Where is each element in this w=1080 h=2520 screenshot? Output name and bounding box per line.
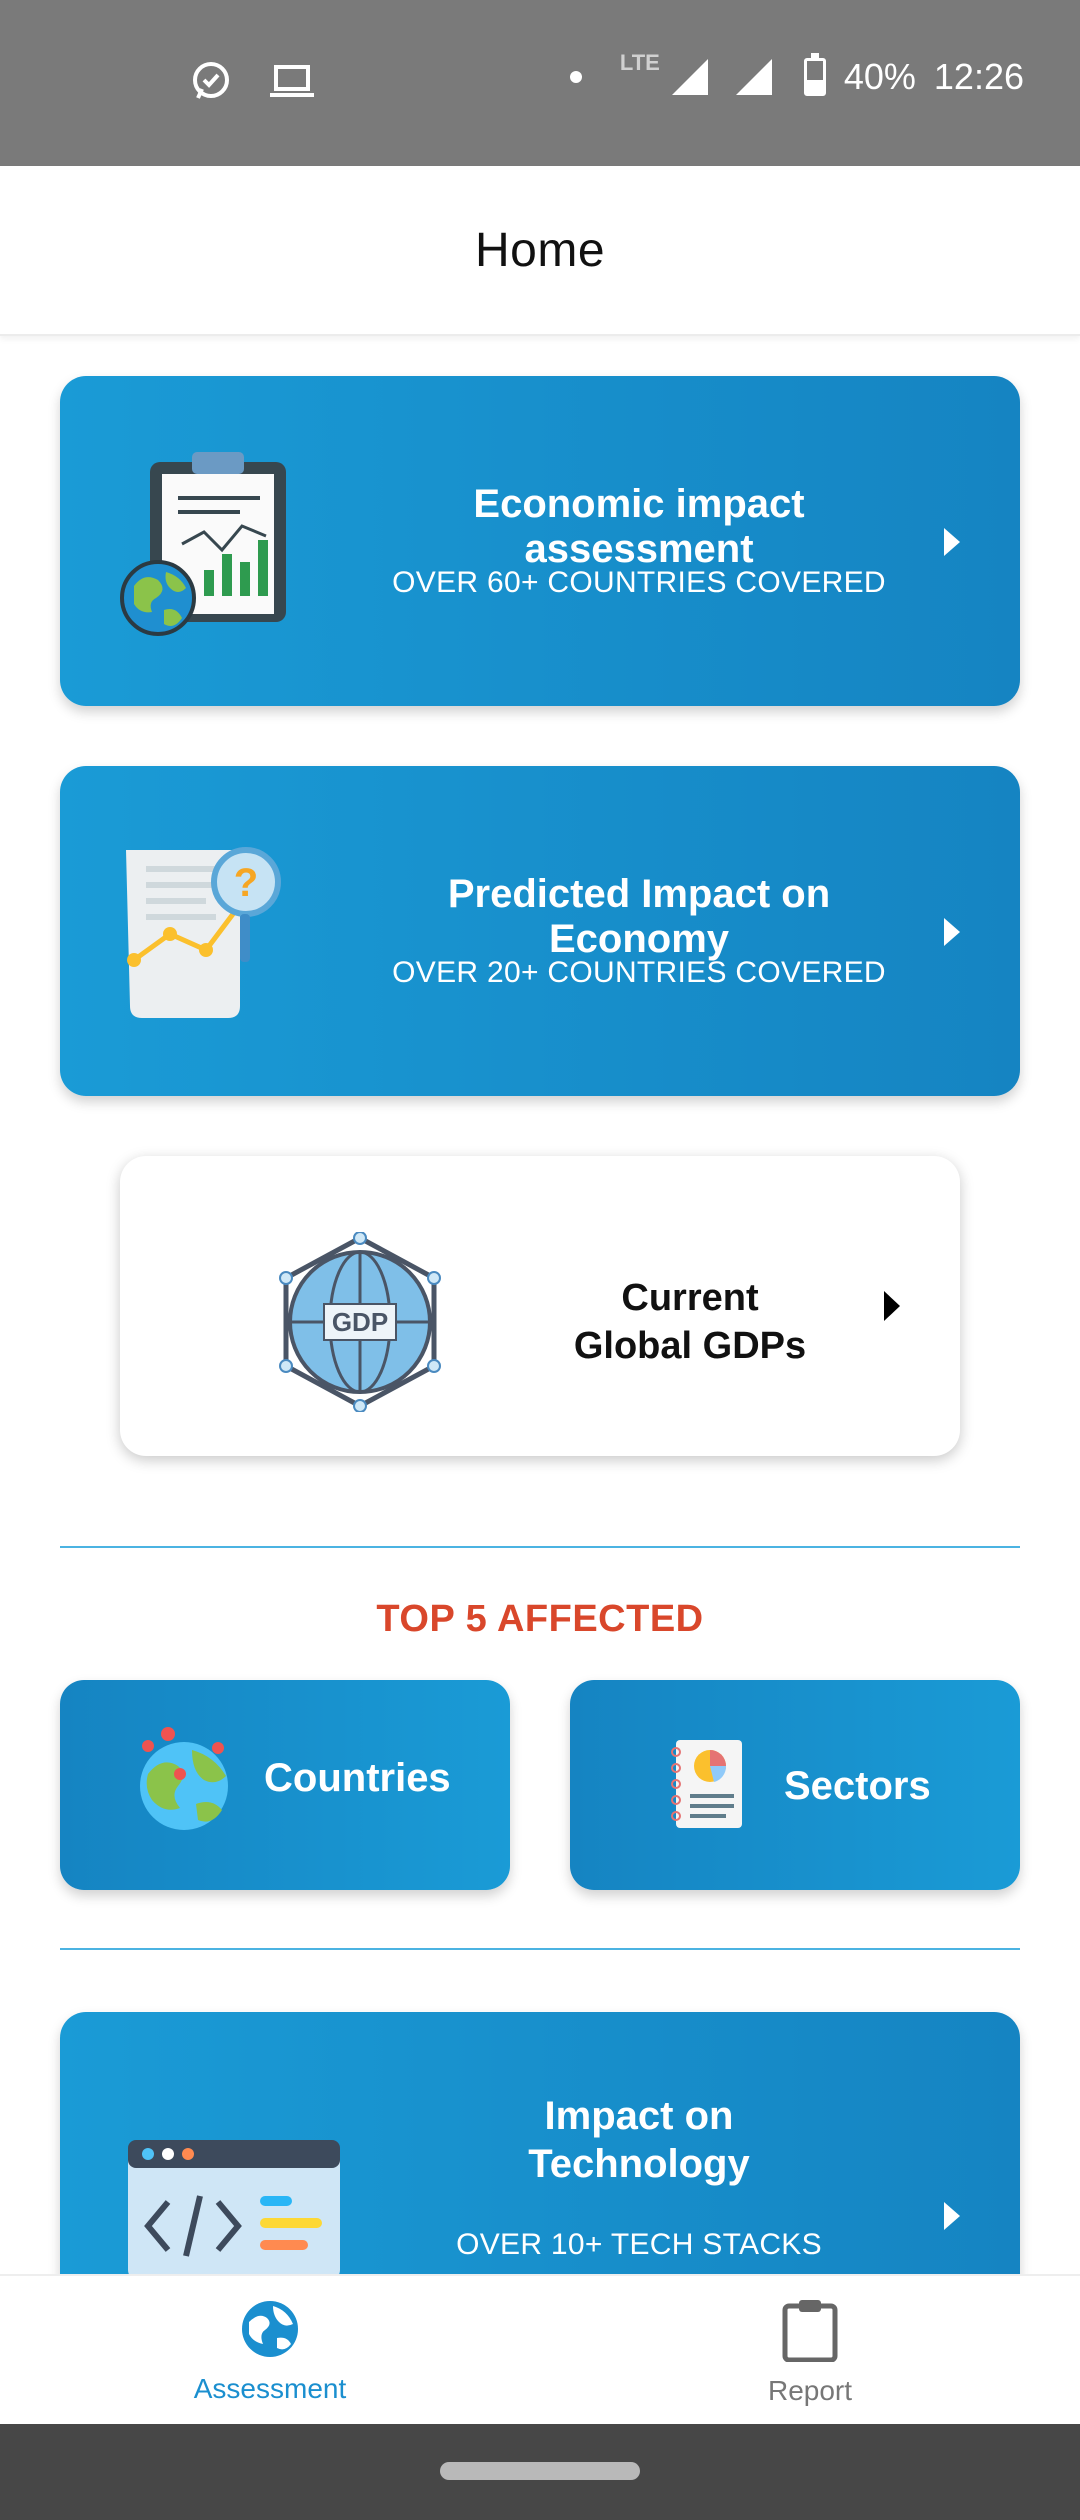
nav-assessment[interactable]: Assessment xyxy=(120,2298,420,2405)
countries-button[interactable]: Countries xyxy=(60,1680,510,1890)
economic-impact-card[interactable]: Economic impact assessment OVER 60+ COUN… xyxy=(60,376,1020,706)
card-subtitle: OVER 20+ COUNTRIES COVERED xyxy=(392,956,886,989)
card-title: Economic impact assessment xyxy=(473,482,805,571)
signal-icon xyxy=(735,59,772,95)
network-type: LTE xyxy=(619,50,660,75)
nav-label: Report xyxy=(767,2375,853,2406)
gdp-icon-text: GDP xyxy=(332,1307,388,1337)
chevron-right-icon xyxy=(944,918,960,946)
nav-label: Assessment xyxy=(193,2373,347,2404)
battery-icon xyxy=(803,53,826,96)
system-navigation-bar xyxy=(0,2424,1080,2520)
clipboard-chart-globe-icon xyxy=(120,452,286,636)
divider xyxy=(60,1546,1020,1548)
status-right: LTE 40% 12:26 xyxy=(569,50,1024,98)
gdp-title-line2: Global GDPs xyxy=(573,1325,807,1367)
predicted-impact-card[interactable]: ? Predicted Impact on Economy OVER 20+ C… xyxy=(60,766,1020,1096)
bottom-navigation: Assessment Report xyxy=(0,2274,1080,2424)
home-gesture-handle[interactable] xyxy=(440,2462,640,2480)
card-subtitle: OVER 60+ COUNTRIES COVERED xyxy=(392,566,886,599)
tech-title-line2: Technology xyxy=(528,2142,750,2186)
countries-label: Countries xyxy=(264,1756,451,1800)
card-subtitle: OVER 10+ TECH STACKS xyxy=(456,2228,822,2261)
tech-title-line1: Impact on xyxy=(544,2094,734,2138)
sectors-label: Sectors xyxy=(784,1764,931,1808)
chevron-right-icon xyxy=(884,1291,900,1321)
section-title: TOP 5 AFFECTED xyxy=(376,1598,704,1640)
battery-percent: 40% xyxy=(843,56,916,97)
laptop-icon xyxy=(270,65,314,97)
clipboard-icon xyxy=(782,2300,838,2363)
app-header: Home xyxy=(0,166,1080,336)
divider xyxy=(60,1948,1020,1950)
code-window-icon xyxy=(128,2140,340,2280)
chevron-right-icon xyxy=(944,2202,960,2230)
clock: 12:26 xyxy=(933,56,1024,97)
chevron-right-icon xyxy=(944,528,960,556)
global-gdp-card[interactable]: GDP Current Global GDPs xyxy=(120,1156,960,1456)
gdp-title-line1: Current xyxy=(621,1277,759,1319)
gdp-globe-icon: GDP xyxy=(279,1232,441,1412)
status-bar: LTE 40% 12:26 xyxy=(0,0,1080,166)
signal-icon xyxy=(671,59,708,95)
nav-report[interactable]: Report xyxy=(660,2298,960,2407)
globe-icon xyxy=(242,2301,298,2357)
svg-text:?: ? xyxy=(234,861,258,905)
globe-pins-icon xyxy=(140,1727,228,1830)
card-title: Predicted Impact on Economy xyxy=(447,872,831,961)
report-magnifier-icon: ? xyxy=(126,847,281,1018)
gdp-card-title: Current Global GDPs xyxy=(520,1274,860,1370)
tech-card-title: Impact on Technology xyxy=(356,2092,922,2188)
whatsapp-icon xyxy=(193,62,229,99)
dot-icon xyxy=(569,71,582,83)
notebook-piechart-icon xyxy=(671,1740,742,1828)
status-left-icons xyxy=(190,60,314,102)
page-title: Home xyxy=(474,223,606,277)
sectors-button[interactable]: Sectors xyxy=(570,1680,1020,1890)
